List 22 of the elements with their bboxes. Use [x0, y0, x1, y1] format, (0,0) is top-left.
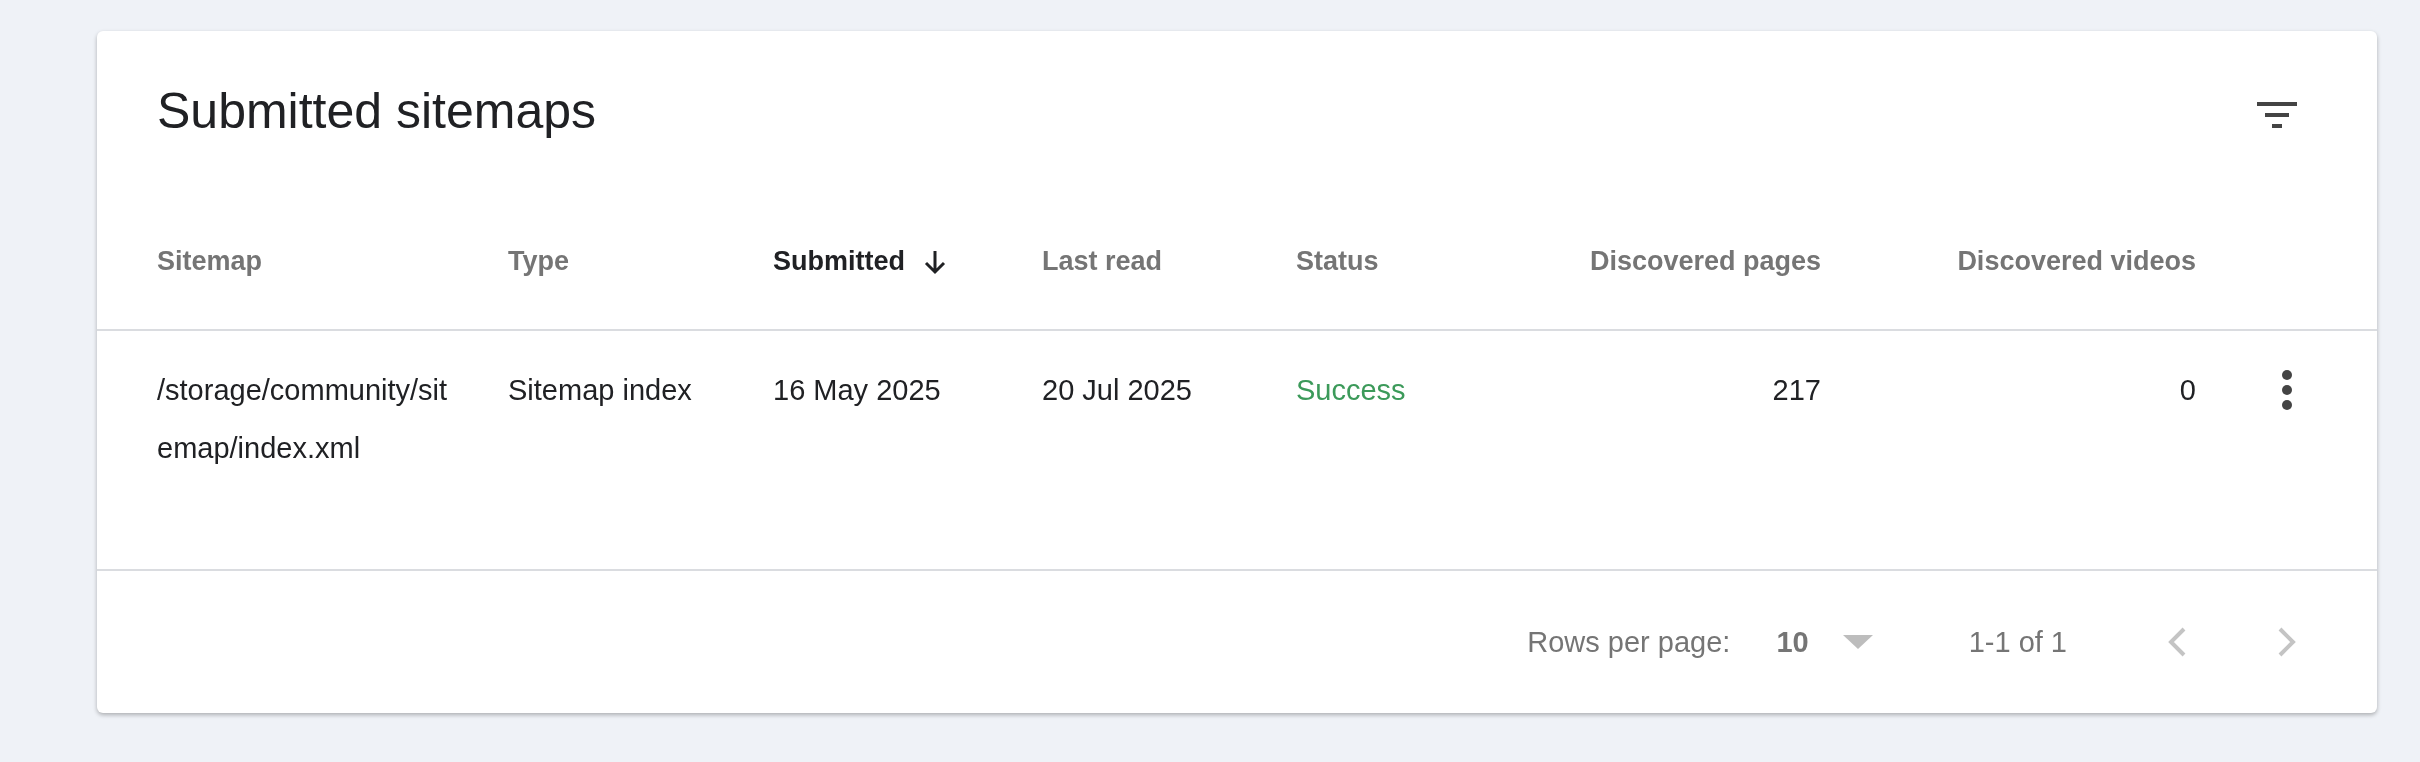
- dropdown-caret-icon: [1842, 635, 1873, 649]
- column-header[interactable]: Status: [1296, 246, 1379, 276]
- sort-arrow-icon: [923, 248, 947, 275]
- table-cell: 16 May 2025: [773, 374, 941, 406]
- column-header[interactable]: Sitemap: [157, 246, 263, 276]
- column-header[interactable]: Discovered videos: [1957, 246, 2196, 276]
- status-text: Success: [1296, 374, 1406, 406]
- column-header[interactable]: Last read: [1042, 246, 1163, 276]
- table-cell: 217: [1772, 374, 1821, 406]
- more-options-icon[interactable]: [2280, 370, 2293, 410]
- column-header[interactable]: Discovered pages: [1589, 246, 1821, 276]
- column-header[interactable]: Submitted: [773, 246, 947, 277]
- filter-button[interactable]: [2257, 99, 2297, 129]
- table-cell: 0: [2179, 374, 2196, 406]
- table-cell: 20 Jul 2025: [1042, 374, 1192, 406]
- rows-per-page-label: Rows per page:: [1527, 625, 1731, 659]
- table-cell: Sitemap index: [508, 374, 692, 406]
- rows-per-page-select[interactable]: 10: [1776, 625, 1873, 659]
- table-cell: /storage/community/sitemap/index.xml: [157, 374, 448, 464]
- card-title: Submitted sitemaps: [157, 82, 597, 140]
- column-header[interactable]: Type: [508, 246, 569, 276]
- page-range: 1-1 of 1: [1968, 625, 2067, 659]
